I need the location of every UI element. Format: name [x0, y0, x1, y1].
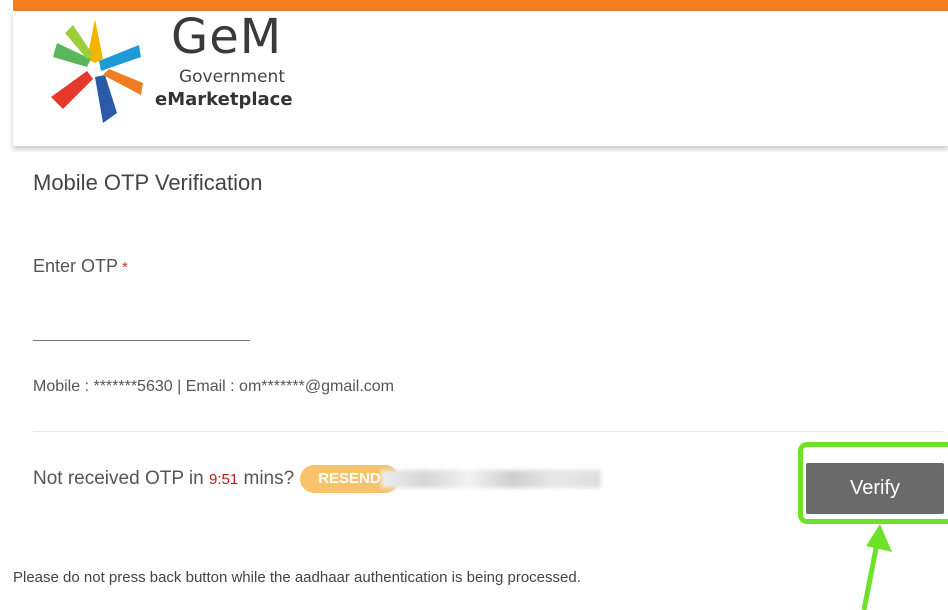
resend-prefix: Not received OTP in [33, 468, 210, 490]
gem-logo-icon [51, 19, 143, 123]
pointer-arrow-icon [861, 524, 892, 610]
site-header: GeM Government eMarketplace [13, 9, 948, 146]
divider [33, 431, 943, 432]
top-accent-bar [13, 0, 948, 11]
redacted-area [380, 470, 601, 488]
back-button-notice: Please do not press back button while th… [13, 569, 581, 586]
resend-row: Not received OTP in 9:51 mins? RESEND [33, 465, 601, 493]
verify-button[interactable]: Verify [806, 463, 944, 514]
brand-line-emarketplace: eMarketplace [155, 89, 293, 110]
otp-input[interactable] [33, 312, 250, 341]
required-marker: * [122, 259, 128, 276]
otp-label-text: Enter OTP [33, 256, 119, 276]
otp-field-label: Enter OTP * [33, 256, 128, 277]
brand-name: GeM [171, 9, 283, 65]
page-title: Mobile OTP Verification [33, 170, 263, 195]
resend-suffix: mins? [238, 468, 295, 490]
contact-info: Mobile : *******5630 | Email : om*******… [33, 378, 394, 395]
otp-timer: 9:51 [209, 471, 239, 489]
brand-line-government: Government [178, 67, 286, 87]
